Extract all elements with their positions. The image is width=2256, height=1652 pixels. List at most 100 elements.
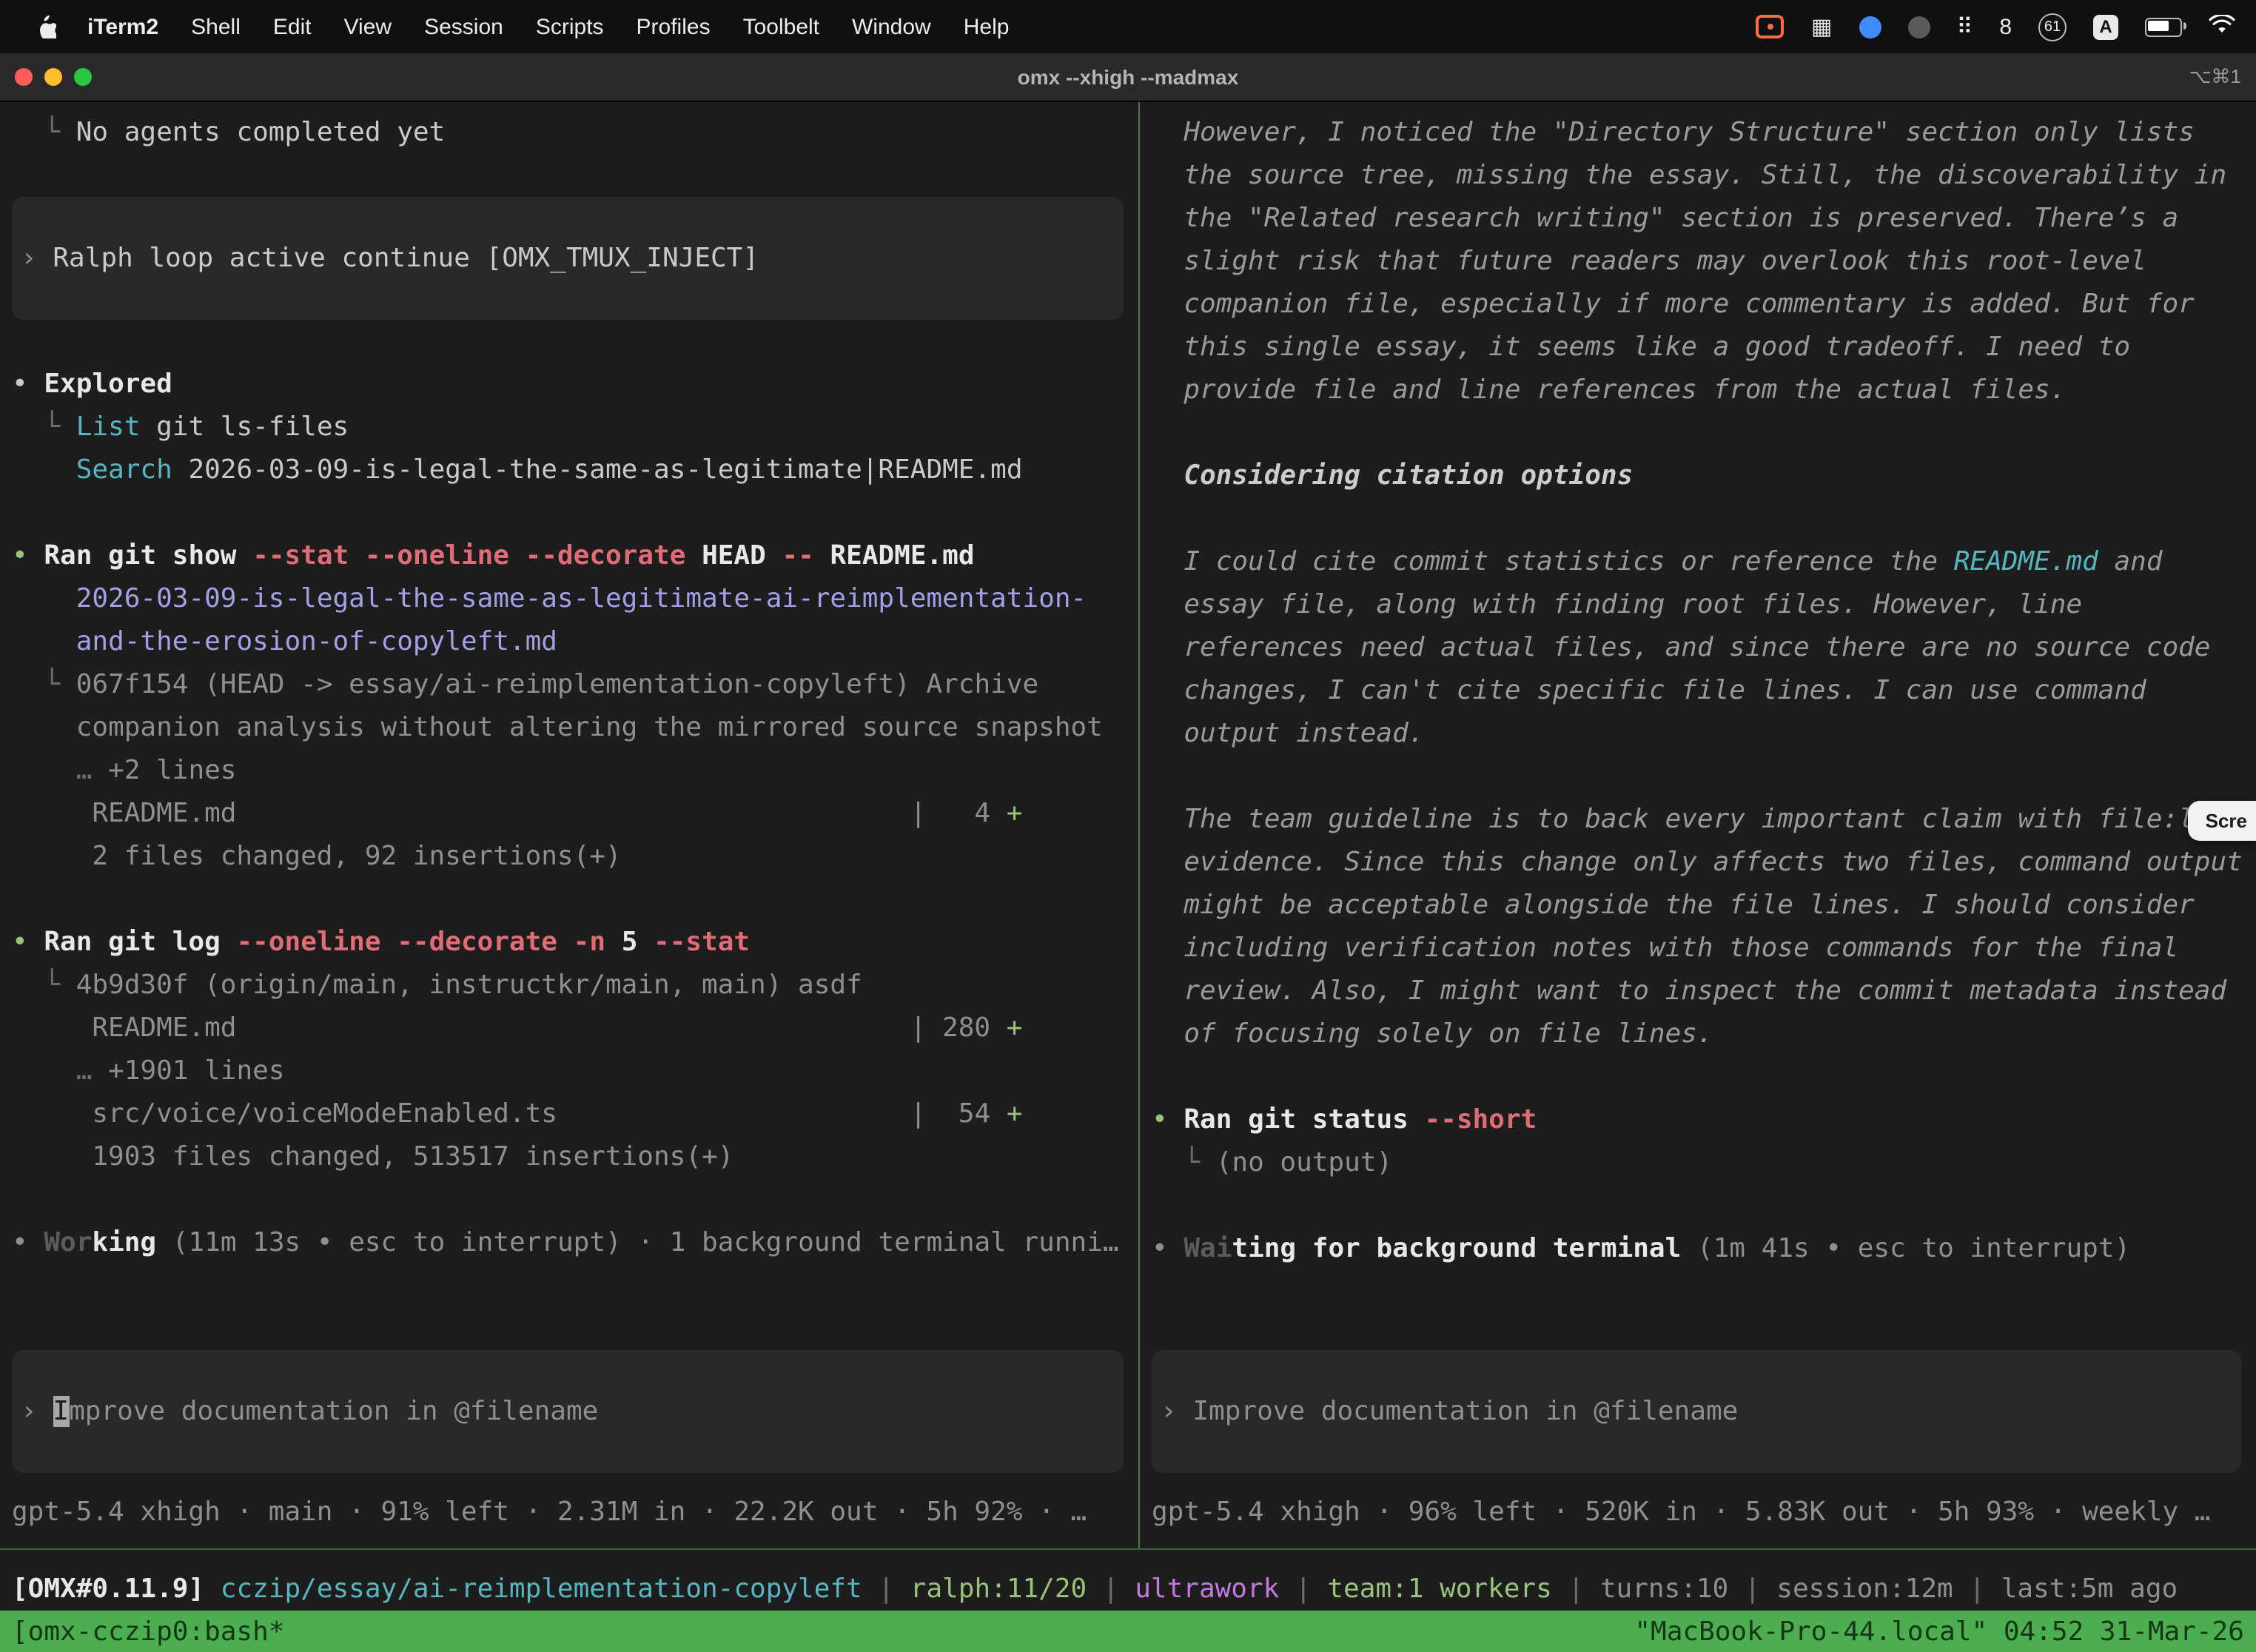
omx-session-statusline: [OMX#0.11.9] cczip/essay/ai-reimplementa…: [0, 1568, 2256, 1611]
right-model-statusline: gpt-5.4 xhigh · 96% left · 520K in · 5.8…: [1152, 1491, 2256, 1534]
terminal-line: └ 067f154 (HEAD -> essay/ai-reimplementa…: [12, 663, 1138, 706]
menubar-item-session[interactable]: Session: [408, 14, 520, 39]
terminal-line: └ (no output): [1152, 1141, 2256, 1184]
terminal-line: • Ran git log --oneline --decorate -n 5 …: [12, 921, 1138, 964]
battery-icon[interactable]: [2145, 17, 2182, 36]
terminal-line: including verification notes with those …: [1152, 927, 2256, 970]
terminal-line: changes, I can't cite specific file line…: [1152, 669, 2256, 712]
blue-app-icon[interactable]: [1859, 16, 1881, 38]
terminal-line: I could cite commit statistics or refere…: [1152, 540, 2256, 583]
terminal-line: [12, 878, 1138, 921]
notification-sliver[interactable]: Scre: [2188, 801, 2256, 841]
terminal-line: companion analysis without altering the …: [12, 706, 1138, 749]
terminal-line: [OMX#0.11.9] cczip/essay/ai-reimplementa…: [12, 1568, 2256, 1611]
terminal-line: [12, 491, 1138, 534]
terminal-line: └ List git ls-files: [12, 406, 1138, 449]
right-composer-input[interactable]: › Improve documentation in @filename: [1152, 1350, 2241, 1473]
battery-percent-badge[interactable]: 61: [2038, 13, 2067, 41]
terminal-line: Considering citation options: [1152, 454, 2256, 497]
screen-recording-indicator-icon[interactable]: [1756, 15, 1785, 38]
terminal-line: [12, 1178, 1138, 1221]
terminal-line: [12, 320, 1138, 363]
window-hotkey-label: ⌥⌘1: [2189, 65, 2256, 89]
terminal-line: › Ralph loop active continue [OMX_TMUX_I…: [21, 237, 1115, 280]
terminal-line: essay file, along with finding root file…: [1152, 583, 2256, 626]
terminal-line: the source tree, missing the essay. Stil…: [1152, 154, 2256, 197]
menubar-status-area: ▦ ⠿ 8 61 A: [1756, 13, 2235, 41]
wifi-icon[interactable]: [2209, 14, 2235, 39]
terminal-line: might be acceptable alongside the file l…: [1152, 884, 2256, 927]
terminal-line: and-the-erosion-of-copyleft.md: [12, 620, 1138, 663]
left-inject-box: › Ralph loop active continue [OMX_TMUX_I…: [12, 197, 1124, 320]
terminal-line: output instead.: [1152, 712, 2256, 755]
terminal-area: └ No agents completed yet › Ralph loop a…: [0, 102, 2256, 1548]
terminal-line: src/voice/voiceModeEnabled.ts | 54 +: [12, 1092, 1138, 1135]
terminal-line: slight risk that future readers may over…: [1152, 240, 2256, 283]
window-titlebar: omx --xhigh --madmax ⌥⌘1: [0, 53, 2256, 102]
terminal-line: The team guideline is to back every impo…: [1152, 798, 2256, 841]
terminal-line: gpt-5.4 xhigh · main · 91% left · 2.31M …: [12, 1491, 1138, 1534]
menubar-item-shell[interactable]: Shell: [175, 14, 257, 39]
terminal-line: the "Related research writing" section i…: [1152, 197, 2256, 240]
terminal-line: However, I noticed the "Directory Struct…: [1152, 111, 2256, 154]
menubar-item-scripts[interactable]: Scripts: [520, 14, 620, 39]
zoom-window-button[interactable]: [74, 68, 92, 86]
terminal-line: review. Also, I might want to inspect th…: [1152, 970, 2256, 1013]
input-source-icon[interactable]: A: [2093, 14, 2118, 39]
menubar-item-window[interactable]: Window: [836, 14, 947, 39]
left-scrollback-top: └ No agents completed yet: [12, 111, 1138, 197]
terminal-line: provide file and line references from th…: [1152, 369, 2256, 412]
terminal-line: • Ran git status --short: [1152, 1098, 2256, 1141]
minimize-window-button[interactable]: [44, 68, 62, 86]
terminal-line: └ 4b9d30f (origin/main, instructkr/main,…: [12, 964, 1138, 1007]
menubar-icon-8[interactable]: 8: [1999, 16, 2012, 38]
terminal-line: 1903 files changed, 513517 insertions(+): [12, 1135, 1138, 1178]
right-transcript: However, I noticed the "Directory Struct…: [1152, 111, 2256, 1270]
screen: iTerm2 ShellEditViewSessionScriptsProfil…: [0, 0, 2256, 1652]
terminal-line: [12, 154, 1138, 197]
terminal-line: └ No agents completed yet: [12, 111, 1138, 154]
menubar-item-profiles[interactable]: Profiles: [620, 14, 727, 39]
terminal-line: [1152, 1055, 2256, 1098]
terminal-line: README.md | 4 +: [12, 792, 1138, 835]
menubar-item-edit[interactable]: Edit: [257, 14, 328, 39]
terminal-line: • Waiting for background terminal (1m 41…: [1152, 1227, 2256, 1270]
terminal-line: [1152, 497, 2256, 540]
dots-grid-icon[interactable]: ⠿: [1956, 16, 1973, 38]
menubar-app-name[interactable]: iTerm2: [71, 14, 175, 39]
apple-menu-icon[interactable]: [21, 15, 71, 38]
terminal-line: of focusing solely on file lines.: [1152, 1013, 2256, 1055]
terminal-line: … +1901 lines: [12, 1050, 1138, 1092]
menubar-item-view[interactable]: View: [328, 14, 409, 39]
grid-icon[interactable]: ▦: [1811, 16, 1832, 38]
right-terminal-pane[interactable]: However, I noticed the "Directory Struct…: [1140, 102, 2256, 1548]
terminal-line: • Explored: [12, 363, 1138, 406]
menubar-item-help[interactable]: Help: [947, 14, 1026, 39]
left-composer-input[interactable]: › Improve documentation in @filename: [12, 1350, 1124, 1473]
terminal-line: 2 files changed, 92 insertions(+): [12, 835, 1138, 878]
tmux-host-clock-label: "MacBook-Pro-44.local" 04:52 31-Mar-26: [1634, 1616, 2244, 1647]
menubar-item-toolbelt[interactable]: Toolbelt: [727, 14, 836, 39]
terminal-line: › Improve documentation in @filename: [1161, 1390, 2232, 1433]
left-model-statusline: gpt-5.4 xhigh · main · 91% left · 2.31M …: [12, 1491, 1138, 1534]
tmux-session-window-label: [omx-cczip0:bash*: [12, 1616, 284, 1647]
terminal-line: › Improve documentation in @filename: [21, 1390, 1115, 1433]
terminal-line: … +2 lines: [12, 749, 1138, 792]
terminal-line: • Ran git show --stat --oneline --decora…: [12, 534, 1138, 577]
close-window-button[interactable]: [15, 68, 33, 86]
terminal-line: companion file, especially if more comme…: [1152, 283, 2256, 326]
terminal-line: evidence. Since this change only affects…: [1152, 841, 2256, 884]
horizontal-pane-divider: [0, 1548, 2256, 1550]
left-terminal-pane[interactable]: └ No agents completed yet › Ralph loop a…: [0, 102, 1138, 1548]
menubar: iTerm2 ShellEditViewSessionScriptsProfil…: [0, 0, 2256, 53]
terminal-line: Search 2026-03-09-is-legal-the-same-as-l…: [12, 449, 1138, 491]
terminal-line: gpt-5.4 xhigh · 96% left · 520K in · 5.8…: [1152, 1491, 2256, 1534]
menubar-menus: ShellEditViewSessionScriptsProfilesToolb…: [175, 14, 1025, 39]
terminal-line: [1152, 755, 2256, 798]
terminal-line: README.md | 280 +: [12, 1007, 1138, 1050]
left-transcript: • Explored └ List git ls-files Search 20…: [12, 320, 1138, 1264]
terminal-line: • Working (11m 13s • esc to interrupt) ·…: [12, 1221, 1138, 1264]
terminal-line: [1152, 412, 2256, 454]
terminal-line: references need actual files, and since …: [1152, 626, 2256, 669]
dark-app-icon[interactable]: [1907, 16, 1930, 38]
